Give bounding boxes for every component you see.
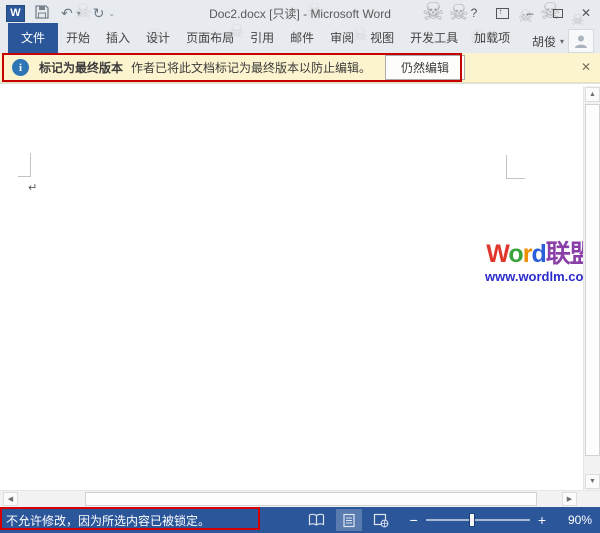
print-layout-button[interactable] [335, 509, 362, 531]
zoom-slider-thumb[interactable] [469, 513, 476, 527]
zoom-percentage[interactable]: 90% [554, 513, 592, 527]
horizontal-scrollbar-thumb[interactable] [85, 492, 537, 506]
notification-title: 标记为最终版本 [39, 61, 124, 75]
watermark-url: www.wordlm.com [484, 268, 596, 284]
tab-add-ins[interactable]: 加载项 [466, 23, 518, 53]
vertical-scrollbar[interactable]: ▲ ▼ [583, 86, 600, 490]
account-area[interactable]: 胡俊 ▾ [532, 29, 600, 53]
web-layout-button[interactable] [368, 509, 394, 531]
scroll-left-icon[interactable]: ◀ [3, 492, 18, 506]
restore-icon [553, 8, 563, 18]
undo-icon[interactable]: ↶ [61, 6, 73, 20]
watermark-logo-text: Word联盟 [483, 240, 597, 269]
close-button[interactable]: ✕ [572, 0, 600, 26]
status-bar: 不允许修改，因为所选内容已被锁定。 − + 90% [0, 507, 600, 533]
marked-final-notification-bar: i 标记为最终版本 作者已将此文档标记为最终版本以防止编辑。 仍然编辑 ✕ [0, 53, 600, 83]
restore-button[interactable] [544, 0, 572, 26]
horizontal-scrollbar[interactable]: ◀ ▶ [0, 490, 600, 507]
tab-page-layout[interactable]: 页面布局 [178, 23, 242, 53]
site-watermark: Word联盟 www.wordlm.com [483, 240, 597, 284]
paragraph-mark: ↵ [28, 182, 38, 194]
zoom-out-button[interactable]: − [410, 512, 418, 528]
redo-icon[interactable]: ↻ [93, 6, 105, 20]
margin-corner-mark-left [18, 153, 31, 177]
tab-file[interactable]: 文件 [8, 23, 59, 53]
notification-message: 作者已将此文档标记为最终版本以防止编辑。 [131, 61, 372, 75]
qat-customize-icon[interactable]: ⌄ [108, 9, 115, 18]
info-icon: i [12, 59, 29, 76]
tab-insert[interactable]: 插入 [98, 23, 138, 53]
edit-anyway-button[interactable]: 仍然编辑 [385, 55, 466, 80]
tab-mailings[interactable]: 邮件 [282, 23, 322, 53]
tab-references[interactable]: 引用 [242, 23, 282, 53]
zoom-in-button[interactable]: + [538, 512, 546, 528]
watermark-letter: o [508, 240, 523, 268]
scroll-right-icon[interactable]: ▶ [562, 492, 577, 506]
quick-access-toolbar: ↶ ▾ ↻ ⌄ [35, 4, 115, 22]
ribbon-tab-row: 文件 开始 插入 设计 页面布局 引用 邮件 审阅 视图 开发工具 加载项 胡俊… [0, 23, 600, 53]
status-bar-right: − + 90% [298, 509, 592, 531]
vertical-scrollbar-thumb[interactable] [585, 104, 600, 456]
tab-review[interactable]: 审阅 [322, 23, 362, 53]
save-icon[interactable] [35, 4, 49, 22]
tab-view[interactable]: 视图 [362, 23, 402, 53]
zoom-slider[interactable] [425, 513, 530, 527]
tab-developer[interactable]: 开发工具 [402, 23, 466, 53]
locked-content-message: 不允许修改，因为所选内容已被锁定。 [6, 513, 211, 528]
margin-corner-mark-right [506, 155, 525, 179]
word-app-icon[interactable]: W [6, 4, 25, 22]
notification-close-icon[interactable]: ✕ [581, 60, 591, 74]
tab-design[interactable]: 设计 [138, 23, 178, 53]
scroll-up-icon[interactable]: ▲ [585, 87, 600, 102]
user-name[interactable]: 胡俊 [532, 33, 556, 50]
minimize-button[interactable]: – [516, 0, 544, 26]
undo-dropdown-icon[interactable]: ▾ [77, 9, 81, 18]
read-mode-button[interactable] [304, 509, 330, 531]
document-canvas[interactable]: ↵ Word联盟 www.wordlm.com ▲ ▼ [0, 83, 600, 490]
scroll-down-icon[interactable]: ▼ [585, 474, 600, 489]
ribbon-display-options-icon [495, 7, 509, 19]
watermark-letter: d [531, 240, 546, 268]
tab-home[interactable]: 开始 [58, 23, 98, 53]
avatar[interactable] [568, 29, 594, 53]
user-dropdown-icon[interactable]: ▾ [560, 37, 564, 46]
watermark-letter: W [486, 240, 509, 268]
